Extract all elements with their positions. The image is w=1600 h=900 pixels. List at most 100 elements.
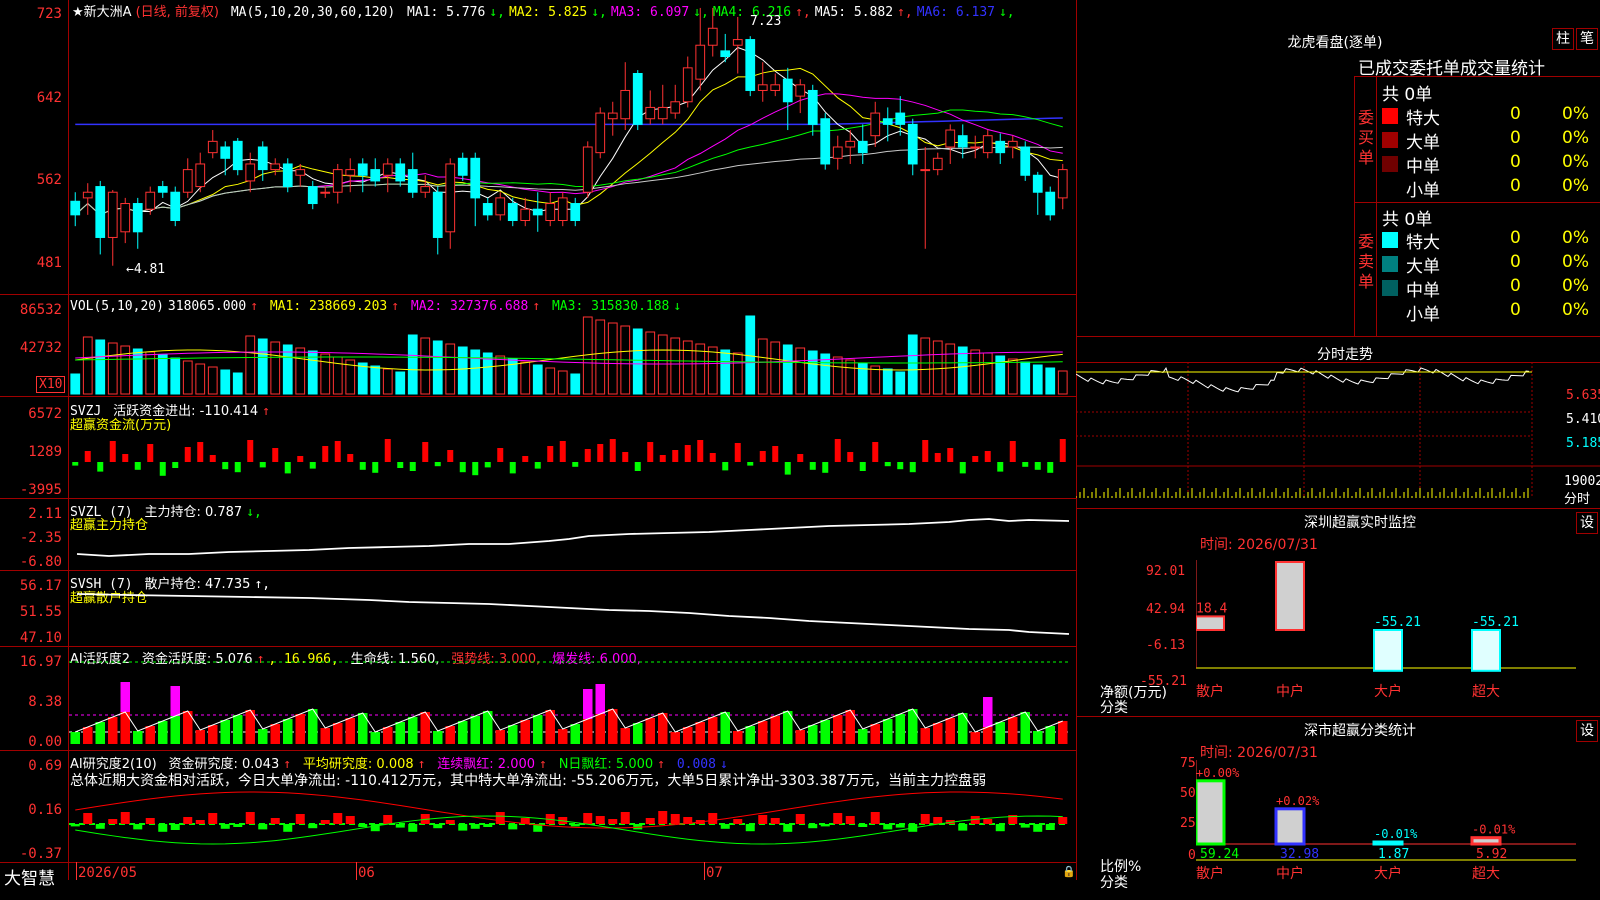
vol-bar [720, 349, 731, 395]
svzj-bar [1059, 439, 1066, 462]
svzj-bar [234, 462, 241, 473]
svzj-bar [722, 462, 729, 471]
fl-change-label: -0.01% [1472, 823, 1516, 837]
sz-cat-label: 大户 [1374, 683, 1402, 700]
vol-bar [470, 349, 481, 395]
candle [245, 152, 256, 193]
vol-bar [1045, 367, 1056, 395]
vol-bar [795, 347, 806, 395]
vol-bar [732, 352, 743, 395]
svzj-bar [72, 462, 79, 466]
bar-mode-button[interactable]: 柱 [1552, 28, 1574, 50]
candle [657, 84, 668, 125]
svzj-bar [534, 462, 541, 469]
svzl-line [76, 518, 1070, 557]
lhb-bottom-border [1076, 336, 1600, 337]
svzj-bar [972, 456, 979, 462]
svzj-bar [272, 448, 279, 462]
ai-bar [370, 732, 380, 744]
sell-count: 0 [1510, 300, 1521, 320]
svzj-bar [209, 455, 216, 462]
ai2-bar [708, 813, 718, 824]
ai-bar [670, 732, 680, 744]
tick-mode-button[interactable]: 笔 [1576, 28, 1598, 50]
candle [720, 33, 731, 63]
lock-icon[interactable]: 🔒 [1062, 865, 1076, 878]
svzl-axis-1: 2.11 [28, 506, 62, 522]
svzj-bar [559, 441, 566, 462]
svzj-bar [1047, 462, 1054, 473]
vol-axis-1: 86532 [19, 302, 62, 318]
vol-bar [770, 341, 781, 395]
sz-value-label: 92.01 [1276, 560, 1315, 562]
fenshi-chart[interactable] [1076, 362, 1600, 500]
ai2-bar [820, 824, 830, 827]
svzj-bar [434, 462, 441, 467]
candle [970, 135, 981, 159]
ai-bar [708, 717, 718, 744]
svzl-axis-3: -6.80 [19, 554, 62, 570]
fl-value-label: 32.98 [1280, 847, 1319, 862]
ai-active-chart[interactable] [69, 660, 1076, 750]
ai2-bar [958, 824, 968, 831]
ai-research-chart[interactable] [69, 780, 1076, 862]
svzj-axis-1: 6572 [28, 406, 62, 422]
ai-bar [620, 728, 630, 744]
svzj-bar [797, 454, 804, 462]
vol-bar [95, 339, 106, 395]
candle [232, 137, 243, 176]
buy-count: 0 [1510, 152, 1521, 172]
candle [395, 158, 406, 187]
svsh-chart[interactable] [69, 580, 1076, 646]
ai-bar [745, 726, 755, 744]
vol-bar [545, 367, 556, 395]
buy-pct: 0% [1562, 128, 1589, 148]
svzl-axis-2: -2.35 [19, 530, 62, 546]
vol-bar [707, 346, 718, 395]
sz-top-line [1076, 508, 1600, 509]
sz-settings-button[interactable]: 设 [1576, 512, 1598, 534]
candle [1045, 186, 1056, 221]
vol-bar [845, 359, 856, 395]
candle [182, 158, 193, 198]
svzl-chart[interactable] [69, 510, 1076, 570]
vol-bar [570, 373, 581, 395]
ai-burst-bar [583, 689, 593, 719]
sz-bar-chart[interactable]: 18.4 散户 92.01 中户 -55.21 大户 -55.21 超大 [1196, 560, 1600, 700]
candlestick-chart[interactable] [69, 0, 1076, 294]
sell-row: 中单 0 0% [1382, 276, 1600, 301]
fl-bar-chart[interactable]: +0.00% 59.24 散户 +0.02% 32.98 中户 -0.01% 1.87 大户 -0… [1196, 760, 1600, 900]
ai-bar [808, 725, 818, 744]
sz-axis-1: 92.01 [1146, 564, 1186, 579]
volume-chart[interactable] [69, 300, 1076, 396]
ai-bar [695, 722, 705, 744]
sz-cat-label: 散户 [1196, 683, 1224, 700]
candle [470, 152, 481, 227]
ai-bar [270, 724, 280, 744]
svzj-axis-3: -3995 [19, 482, 62, 498]
vol-bar [195, 363, 206, 395]
low-marker: ←4.81 [126, 262, 166, 277]
svzj-chart[interactable] [69, 420, 1076, 496]
vol-bar [382, 368, 393, 395]
candle [95, 180, 106, 255]
vol-bar [520, 361, 531, 395]
ai2-axis-3: -0.37 [19, 846, 62, 862]
sz-xlabel: 分类 [1100, 700, 1128, 716]
ai-bar [220, 720, 230, 744]
svzj-bar [484, 462, 491, 468]
sz-value-label: -55.21 [1472, 615, 1519, 630]
candle [545, 192, 556, 227]
vol-bar [682, 340, 693, 395]
candle [70, 192, 81, 227]
svzj-bar [197, 442, 204, 462]
ai2-bar [320, 820, 330, 824]
vol-bar [857, 362, 868, 395]
candle [132, 197, 143, 249]
fl-cat-label: 中户 [1276, 865, 1304, 882]
buy-side-label: 委买单 [1358, 108, 1375, 167]
ai2-bar [583, 813, 593, 824]
ai2-bar [458, 824, 468, 831]
svzj-bar [584, 449, 591, 462]
fl-settings-button[interactable]: 设 [1576, 720, 1598, 742]
